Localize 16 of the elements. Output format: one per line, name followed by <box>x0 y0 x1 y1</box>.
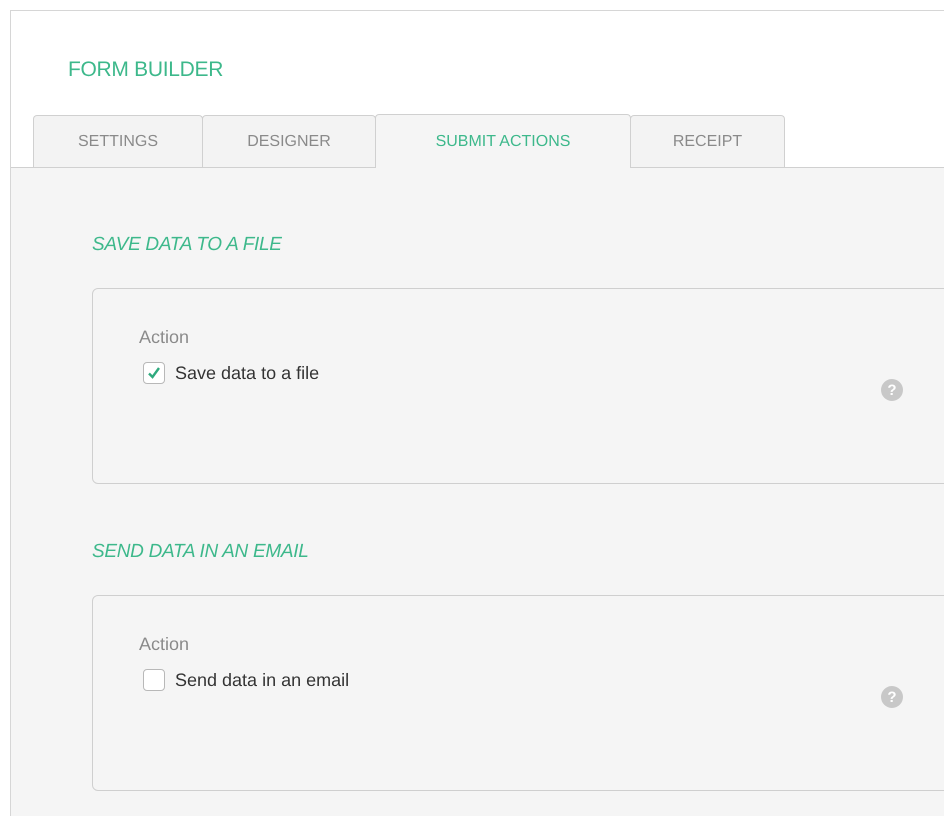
tab[interactable]: SETTINGS <box>33 115 203 167</box>
tab[interactable]: SUBMIT ACTIONS <box>375 114 631 168</box>
field-label: Action <box>139 634 190 656</box>
checkbox-label[interactable]: Save data to a file <box>175 362 320 384</box>
tab[interactable]: RECEIPT <box>630 115 785 167</box>
tab[interactable]: DESIGNER <box>202 115 376 167</box>
help-icon[interactable]: ? <box>881 686 903 708</box>
checkbox[interactable] <box>143 362 165 384</box>
section-heading: SEND DATA IN AN EMAIL <box>92 541 310 564</box>
field-label: Action <box>139 327 190 349</box>
help-icon[interactable]: ? <box>881 379 903 401</box>
checkmark-icon <box>147 366 161 380</box>
checkbox[interactable] <box>143 669 165 691</box>
section-heading: SAVE DATA TO A FILE <box>92 234 283 257</box>
checkbox-label[interactable]: Send data in an email <box>175 670 350 690</box>
page-title: FORM BUILDER <box>68 58 224 83</box>
